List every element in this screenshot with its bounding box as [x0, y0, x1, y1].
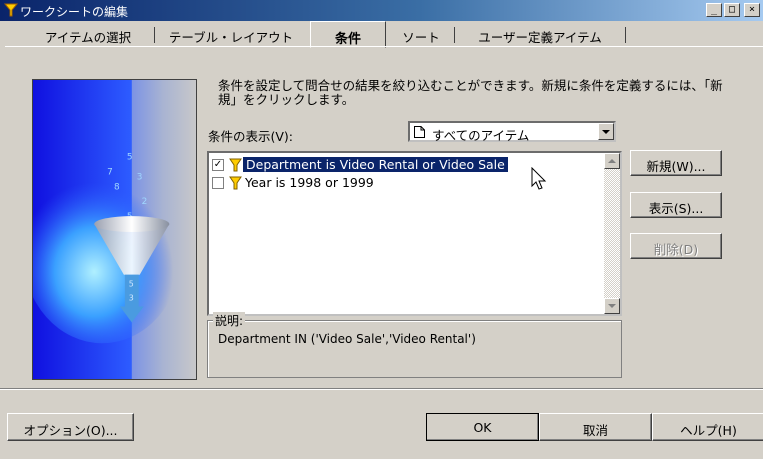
- document-icon: [414, 126, 425, 138]
- filter-label: 条件の表示(V):: [208, 129, 294, 144]
- funnel-illustration: 538 257 53: [32, 79, 197, 380]
- checkbox-unchecked[interactable]: [212, 177, 224, 189]
- tab-baseline: [5, 46, 763, 47]
- show-button[interactable]: 表示(S)...: [630, 192, 722, 218]
- vertical-scrollbar[interactable]: [604, 153, 620, 314]
- close-button[interactable]: ×: [744, 3, 760, 17]
- filter-select[interactable]: すべてのアイテム: [408, 121, 616, 143]
- svg-text:7: 7: [107, 167, 113, 177]
- explanation-title: 説明:: [213, 312, 246, 329]
- scroll-up-button[interactable]: [604, 153, 620, 169]
- options-button[interactable]: オプション(O)...: [7, 413, 134, 441]
- explanation-text: Department IN ('Video Sale','Video Renta…: [218, 332, 476, 346]
- tab-conditions[interactable]: 条件: [310, 21, 386, 48]
- tab-separator: [625, 27, 626, 43]
- svg-text:3: 3: [137, 172, 143, 182]
- svg-text:5: 5: [127, 152, 133, 162]
- filter-value: すべてのアイテム: [432, 128, 530, 143]
- svg-text:2: 2: [142, 197, 148, 207]
- tab-user-defined-items[interactable]: ユーザー定義アイテム: [465, 23, 615, 46]
- delete-button[interactable]: 削除(D): [630, 233, 722, 259]
- funnel-icon: [229, 176, 242, 190]
- help-button[interactable]: ヘルプ(H): [652, 413, 763, 441]
- tab-sort[interactable]: ソート: [392, 23, 450, 46]
- svg-text:8: 8: [114, 182, 120, 192]
- condition-label: Year is 1998 or 1999: [245, 175, 374, 190]
- app-icon: [3, 3, 19, 17]
- tab-select-items[interactable]: アイテムの選択: [33, 23, 143, 46]
- svg-text:5: 5: [129, 280, 134, 289]
- new-button[interactable]: 新規(W)...: [630, 150, 722, 176]
- condition-label: Department is Video Rental or Video Sale: [243, 157, 508, 172]
- minimize-button[interactable]: _: [706, 3, 722, 17]
- dropdown-arrow-icon[interactable]: [598, 123, 614, 140]
- panel-description: 条件を設定して問合せの結果を絞り込むことができます。新規に条件を定義するには、「…: [218, 78, 723, 107]
- footer-divider: [0, 388, 763, 390]
- scroll-down-button[interactable]: [604, 298, 620, 314]
- checkbox-checked[interactable]: ✓: [212, 159, 224, 171]
- maximize-button[interactable]: □: [724, 3, 740, 17]
- svg-text:3: 3: [129, 294, 134, 303]
- tab-separator: [454, 27, 455, 43]
- mouse-pointer-icon: [531, 167, 547, 190]
- tab-table-layout[interactable]: テーブル・レイアウト: [168, 23, 294, 46]
- conditions-list[interactable]: ✓ Department is Video Rental or Video Sa…: [207, 151, 622, 316]
- window-title: ワークシートの編集: [20, 5, 129, 19]
- tab-separator: [154, 27, 155, 43]
- ok-button[interactable]: OK: [426, 413, 539, 441]
- funnel-icon: [229, 158, 242, 172]
- cancel-button[interactable]: 取消: [539, 413, 652, 441]
- explanation-box: [207, 320, 622, 378]
